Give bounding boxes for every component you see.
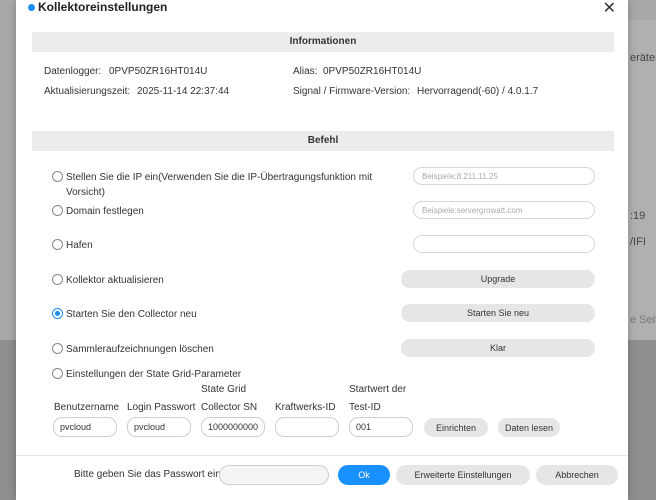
upgrade-button[interactable]: Upgrade [401,270,595,288]
option-label: Einstellungen der State Grid-Parameter [66,369,242,380]
restart-button[interactable]: Starten Sie neu [401,304,595,322]
test-id-label-line1: Startwert der [349,384,407,395]
ip-input[interactable] [413,167,595,185]
option-label: Kollektor aktualisieren [66,275,164,286]
footer-password-input[interactable] [219,465,329,485]
login-password-label: Login Passwort [127,402,196,413]
radio-state-grid[interactable] [52,368,63,379]
command-section-header: Befehl [32,131,614,151]
radio-update-collector[interactable] [52,274,63,285]
footer-divider [16,455,628,456]
radio-port[interactable] [52,239,63,250]
datalogger-label: Datenlogger: [44,66,102,77]
dialog-header: Kollektoreinstellungen ✕ [16,0,628,18]
update-time-value: 2025-11-14 22:37:44 [137,86,230,97]
option-label: Sammleraufzeichnungen löschen [66,344,214,355]
dialog-title: Kollektoreinstellungen [38,0,168,14]
signal-firmware-label: Signal / Firmware-Version: [293,86,411,97]
radio-clear-records[interactable] [52,343,63,354]
login-password-input[interactable] [127,417,191,437]
username-label: Benutzername [54,402,120,413]
state-grid-sn-input[interactable] [201,417,265,437]
background-text: /IFI [630,236,646,248]
close-icon[interactable]: ✕ [603,0,616,18]
radio-set-ip[interactable] [52,171,63,182]
background-panel [628,20,656,340]
ok-button[interactable]: Ok [338,465,390,485]
option-label: Stellen Sie die IP ein(Verwenden Sie die… [66,172,373,198]
background-text: :19 [630,210,646,222]
info-section-header: Informationen [32,32,614,52]
datalogger-value: 0PVP50ZR16HT014U [109,66,208,77]
plant-id-label: Kraftwerks-ID [275,402,336,413]
title-dot-icon [28,4,35,11]
cancel-button[interactable]: Abbrechen [536,465,618,485]
test-id-label-line2: Test-ID [349,402,381,413]
background-text: erätem [630,52,656,64]
domain-input[interactable] [413,201,595,219]
setup-button[interactable]: Einrichten [424,418,488,437]
port-input[interactable] [413,235,595,253]
advanced-settings-button[interactable]: Erweiterte Einstellungen [396,465,530,485]
password-prompt: Bitte geben Sie das Passwort ein [74,469,221,480]
state-grid-sn-label-line2: Collector SN [201,402,258,413]
alias-value: 0PVP50ZR16HT014U [323,66,422,77]
collector-settings-dialog: Kollektoreinstellungen ✕ Informationen D… [16,0,628,500]
state-grid-sn-label-line1: State Grid [201,384,247,395]
signal-firmware-value: Hervorragend(-60) / 4.0.1.7 [417,86,539,97]
update-time-label: Aktualisierungszeit: [44,86,131,97]
read-data-button[interactable]: Daten lesen [498,418,560,437]
background-text: e Seite [630,314,656,326]
clear-button[interactable]: Klar [401,339,595,357]
radio-restart-collector[interactable] [52,308,63,319]
username-input[interactable] [53,417,117,437]
option-label: Starten Sie den Collector neu [66,309,197,320]
option-label: Domain festlegen [66,206,144,217]
plant-id-input[interactable] [275,417,339,437]
radio-set-domain[interactable] [52,205,63,216]
test-id-input[interactable] [349,417,413,437]
option-label: Hafen [66,240,93,251]
alias-label: Alias: [293,66,318,77]
